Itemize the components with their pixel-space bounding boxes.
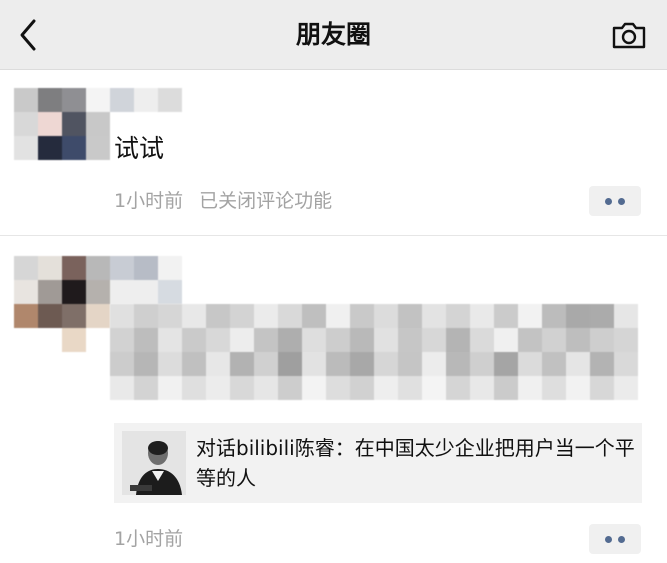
more-icon — [605, 536, 612, 543]
pixelated-post-text — [110, 304, 638, 400]
comments-disabled-note: 已关闭评论功能 — [199, 190, 333, 212]
moment-post — [0, 237, 667, 563]
link-title: 对话bilibili陈睿：在中国太少企业把用户当一个平等的人 — [196, 436, 635, 490]
post-meta: 1小时前 已关闭评论功能 — [114, 188, 332, 214]
post-text: 试试 — [114, 134, 165, 163]
camera-icon[interactable] — [611, 20, 647, 50]
more-icon — [605, 198, 612, 205]
more-button[interactable] — [589, 524, 641, 554]
post-time: 1小时前 — [114, 528, 184, 550]
more-button[interactable] — [589, 186, 641, 216]
post-time: 1小时前 — [114, 190, 184, 212]
link-thumbnail — [122, 431, 186, 495]
nav-bar: 朋友圈 — [0, 0, 667, 70]
moment-post: 试试 1小时前 已关闭评论功能 — [0, 70, 667, 236]
shared-link-card[interactable]: 对话bilibili陈睿：在中国太少企业把用户当一个平等的人 — [114, 423, 642, 503]
page-title: 朋友圈 — [295, 20, 371, 49]
